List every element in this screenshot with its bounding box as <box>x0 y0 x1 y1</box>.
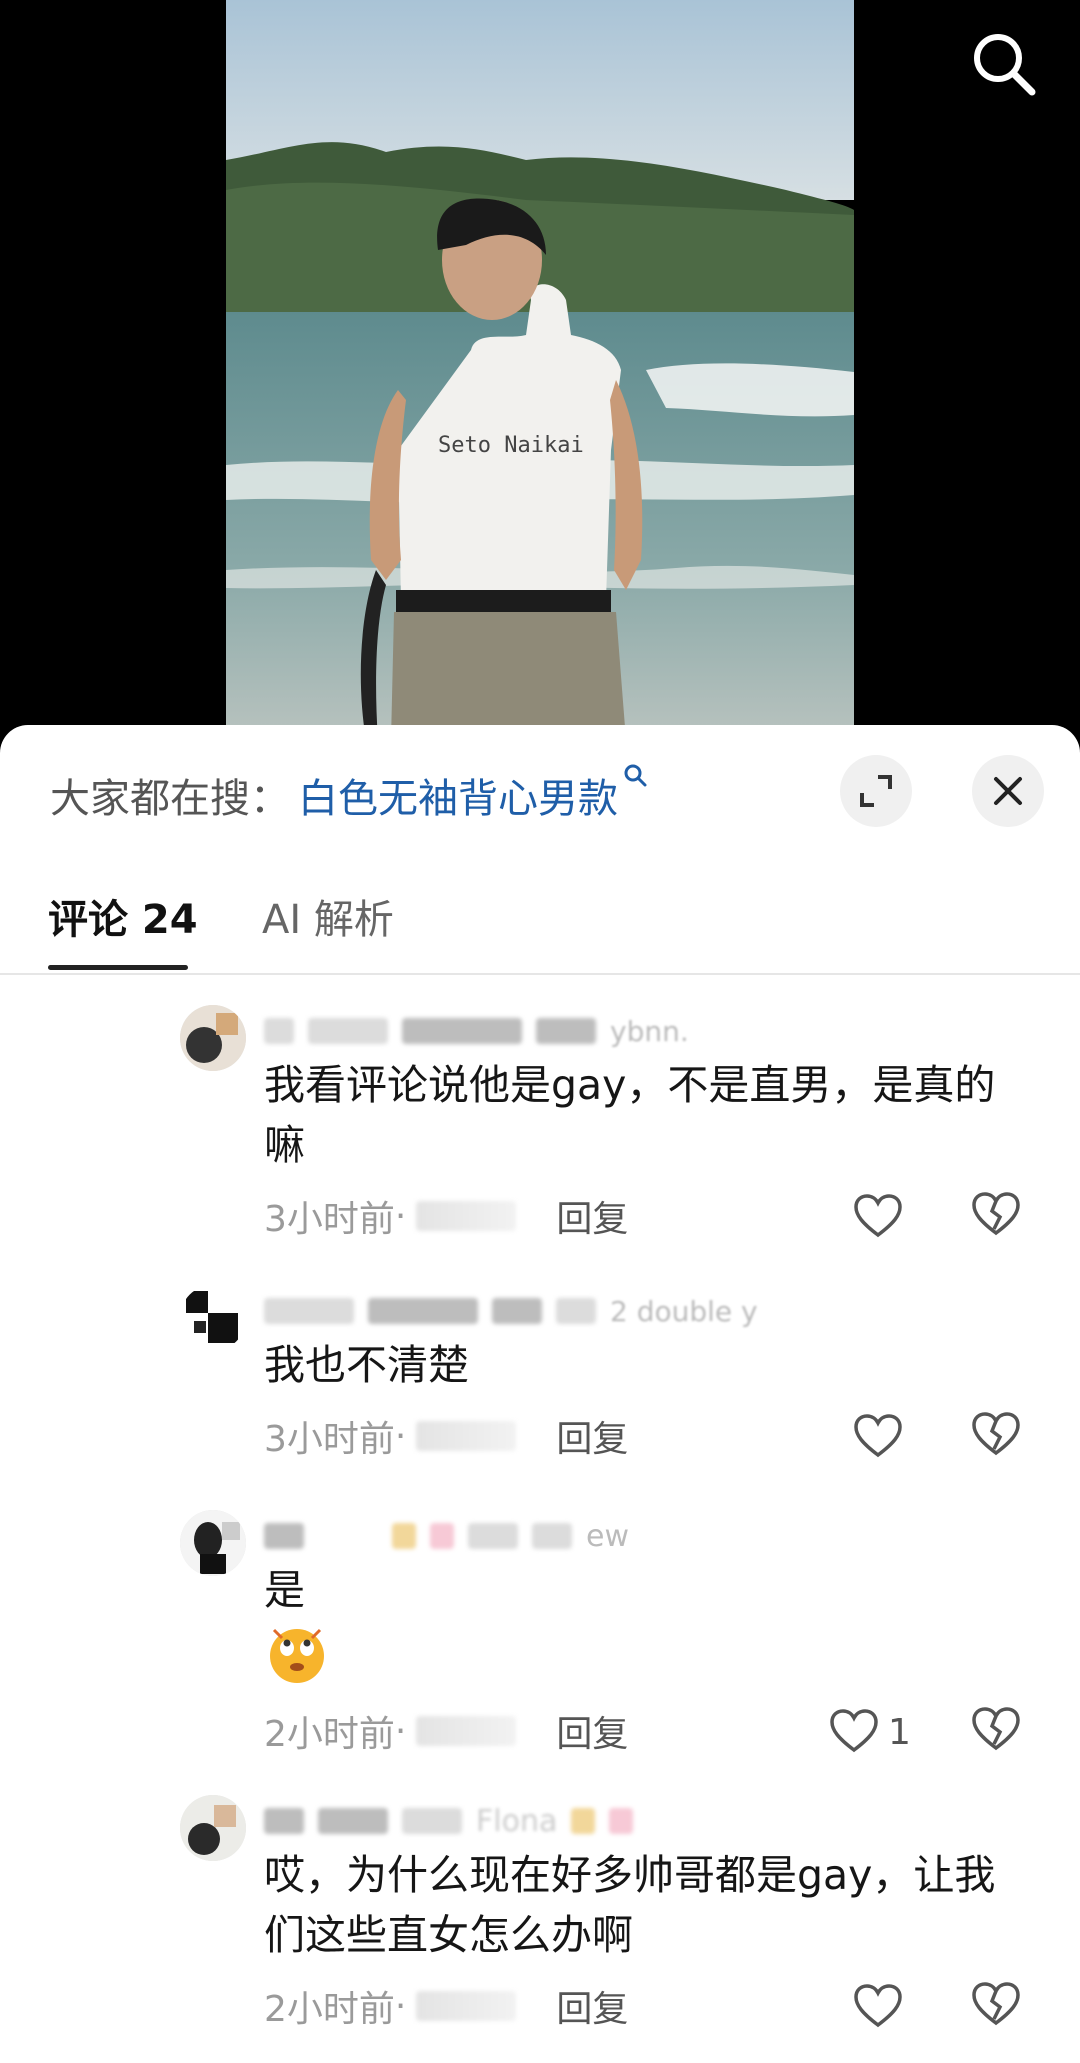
close-icon <box>994 777 1022 805</box>
broken-heart-icon <box>972 1982 1020 2026</box>
close-button[interactable] <box>972 755 1044 827</box>
dislike-button[interactable] <box>970 1189 1026 1245</box>
meta-separator: · <box>394 1195 407 1237</box>
shirt-print: Seto Naikai <box>438 433 584 458</box>
eye-roll-emoji-icon <box>270 1628 324 1683</box>
tab-bar: 评论 24 AI 解析 <box>0 885 1080 975</box>
heart-icon <box>854 1414 902 1458</box>
comment-text: 哎，为什么现在好多帅哥都是gay，让我们这些直女怎么办啊 <box>264 1851 996 1959</box>
location-blurred <box>416 1421 517 1451</box>
dislike-button[interactable] <box>970 1409 1026 1465</box>
like-count: 1 <box>888 1711 911 1753</box>
comment-time: 3小时前 <box>264 1419 395 1460</box>
username-blurred[interactable]: Flona <box>264 1803 824 1839</box>
broken-heart-icon <box>972 1707 1020 1751</box>
heart-icon <box>854 1194 902 1238</box>
expand-button[interactable] <box>840 755 912 827</box>
dislike-button[interactable] <box>970 1704 1026 1760</box>
like-button[interactable] <box>852 1189 912 1245</box>
broken-heart-icon <box>972 1412 1020 1456</box>
comment-meta: 3小时前 · 回复 <box>264 1191 628 1241</box>
username-fragment: ybnn. <box>610 1014 689 1048</box>
comment-text: 我看评论说他是gay，不是直男，是真的嘛 <box>264 1061 996 1169</box>
comment-time: 2小时前 <box>264 1989 395 2030</box>
comment-meta: 2小时前 · 回复 <box>264 1706 628 1756</box>
reply-button[interactable]: 回复 <box>556 1410 628 1462</box>
expand-icon <box>860 775 892 807</box>
location-blurred <box>416 1201 517 1231</box>
search-icon <box>974 34 1036 96</box>
heart-icon <box>830 1709 878 1753</box>
avatar[interactable] <box>180 1510 246 1576</box>
search-button[interactable] <box>968 28 1040 100</box>
video-thumbnail: Seto Naikai <box>226 0 854 740</box>
active-tab-indicator <box>48 965 188 970</box>
comments-sheet: 大家都在搜： 白色无袖背心男款 评论 24 AI 解析 ybnn. 我看评论说他… <box>0 725 1080 2063</box>
meta-separator: · <box>394 1415 407 1457</box>
meta-separator: · <box>394 1985 407 2027</box>
mini-search-icon <box>624 764 647 787</box>
like-button[interactable] <box>852 1409 912 1465</box>
avatar[interactable] <box>180 1285 246 1351</box>
username-blurred[interactable]: 2 double y <box>264 1293 824 1329</box>
reply-button[interactable]: 回复 <box>556 1190 628 1242</box>
tab-ai-analysis[interactable]: AI 解析 <box>262 885 394 973</box>
comment-meta: 2小时前 · 回复 <box>264 1981 628 2031</box>
comment-meta: 3小时前 · 回复 <box>264 1411 628 1461</box>
reply-button[interactable]: 回复 <box>556 1705 628 1757</box>
username-blurred[interactable]: ybnn. <box>264 1013 824 1049</box>
comment-text: 是 <box>264 1566 305 1614</box>
comment-time: 3小时前 <box>264 1199 395 1240</box>
avatar[interactable] <box>180 1005 246 1071</box>
hot-search-bar[interactable]: 大家都在搜： 白色无袖背心男款 <box>50 764 648 825</box>
broken-heart-icon <box>972 1192 1020 1236</box>
hot-search-label: 大家都在搜： <box>50 776 290 822</box>
like-button[interactable]: 1 <box>828 1704 911 1760</box>
comment-time: 2小时前 <box>264 1714 395 1755</box>
username-fragment: 2 double y <box>610 1294 758 1328</box>
avatar[interactable] <box>180 1795 246 1861</box>
video-player[interactable]: Seto Naikai <box>0 0 1080 740</box>
username-blurred[interactable]: ew <box>264 1518 824 1554</box>
tab-comments[interactable]: 评论 24 <box>48 885 198 973</box>
dislike-button[interactable] <box>970 1979 1026 2035</box>
video-frame[interactable]: Seto Naikai <box>226 0 854 740</box>
comment-text: 我也不清楚 <box>264 1341 469 1389</box>
reply-button[interactable]: 回复 <box>556 1980 628 2032</box>
username-fragment: Flona <box>476 1803 558 1839</box>
meta-separator: · <box>394 1710 407 1752</box>
location-blurred <box>416 1991 517 2021</box>
location-blurred <box>416 1716 517 1746</box>
heart-icon <box>854 1984 902 2028</box>
hot-search-term[interactable]: 白色无袖背心男款 <box>298 764 648 824</box>
username-fragment: ew <box>586 1518 629 1554</box>
hot-search-term-text: 白色无袖背心男款 <box>298 776 618 822</box>
like-button[interactable] <box>852 1979 912 2035</box>
